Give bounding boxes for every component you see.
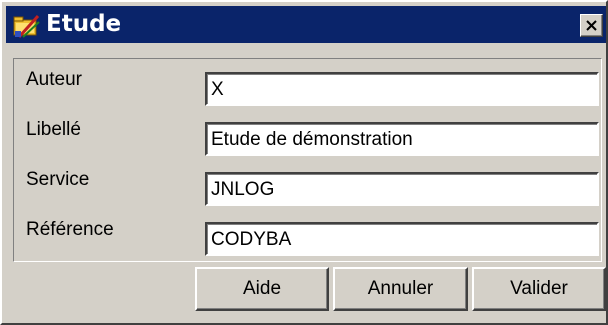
folder-pencil-icon [13,11,41,39]
auteur-field[interactable]: X [205,72,599,106]
cancel-button[interactable]: Annuler [333,267,468,311]
help-button[interactable]: Aide [195,267,329,311]
validate-button[interactable]: Valider [472,267,606,311]
service-field[interactable]: JNLOG [205,172,599,206]
reference-field[interactable]: CODYBA [205,222,599,256]
dialog-window: Etude Auteur X Libellé Etude de démonstr… [0,0,608,325]
reference-label: Référence [26,219,114,240]
title-bar[interactable]: Etude [6,6,606,43]
libelle-field[interactable]: Etude de démonstration [205,122,599,156]
libelle-label: Libellé [26,119,81,140]
close-button[interactable] [580,14,603,37]
auteur-label: Auteur [26,69,82,90]
window-title: Etude [46,11,122,37]
close-icon [586,20,597,31]
service-label: Service [26,169,90,190]
